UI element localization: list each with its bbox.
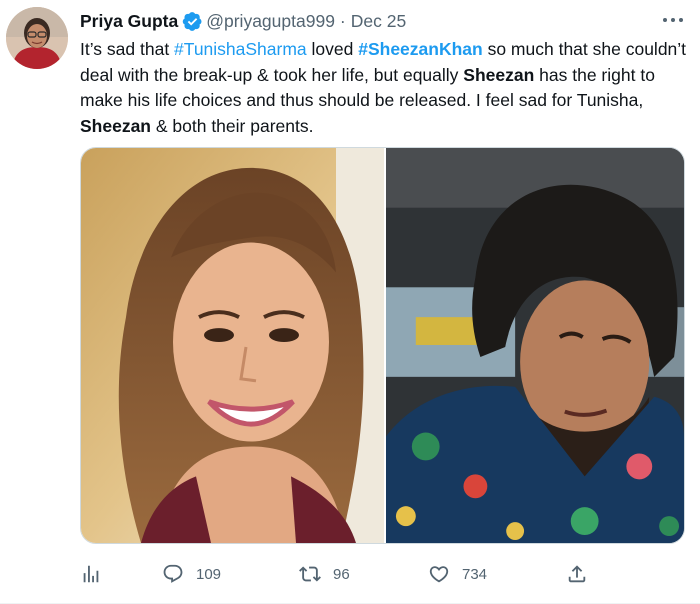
user-handle[interactable]: @priyagupta999	[206, 11, 335, 32]
retweet-count: 96	[333, 565, 350, 583]
hashtag-tunishasharma[interactable]: #TunishaSharma	[174, 39, 307, 59]
text-part: It’s sad that	[80, 39, 175, 59]
more-dot	[671, 18, 675, 22]
more-dot	[679, 18, 683, 22]
like-button[interactable]: 734	[428, 558, 487, 590]
tweet-date[interactable]: Dec 25	[351, 11, 406, 32]
tweet-card[interactable]: Priya Gupta @priyagupta999 · Dec 25 It’s…	[0, 0, 700, 604]
tweet-text: It’s sad that #TunishaSharma loved #Shee…	[80, 37, 692, 139]
reply-count: 109	[196, 565, 222, 583]
photo-left[interactable]	[81, 148, 384, 543]
analytics-icon	[83, 565, 99, 583]
photo-right[interactable]	[384, 148, 684, 543]
highlighted-name: Sheezan	[463, 64, 535, 85]
analytics-button[interactable]	[80, 558, 102, 590]
retweet-icon	[299, 566, 321, 582]
share-button[interactable]	[566, 558, 588, 590]
hashtag-sheezankhan[interactable]: #SheezanKhan	[358, 39, 482, 59]
like-count: 734	[462, 565, 488, 583]
heart-icon	[429, 566, 449, 583]
more-options-icon[interactable]	[660, 10, 686, 30]
reply-button[interactable]: 109	[162, 558, 221, 590]
display-name[interactable]: Priya Gupta	[80, 11, 178, 32]
retweet-button[interactable]: 96	[299, 558, 350, 590]
reply-icon	[163, 564, 183, 583]
text-part: loved	[306, 39, 359, 59]
more-dot	[663, 18, 667, 22]
highlighted-name: Sheezan	[80, 115, 151, 136]
avatar[interactable]	[6, 7, 68, 69]
text-part: & both their parents.	[151, 115, 314, 136]
action-bar: 109 96 734	[80, 558, 600, 590]
media-grid	[80, 147, 685, 544]
verified-badge-icon	[182, 11, 203, 32]
separator-dot: ·	[339, 10, 346, 31]
share-icon	[568, 565, 586, 583]
tweet-header: Priya Gupta @priyagupta999 · Dec 25	[80, 9, 406, 33]
